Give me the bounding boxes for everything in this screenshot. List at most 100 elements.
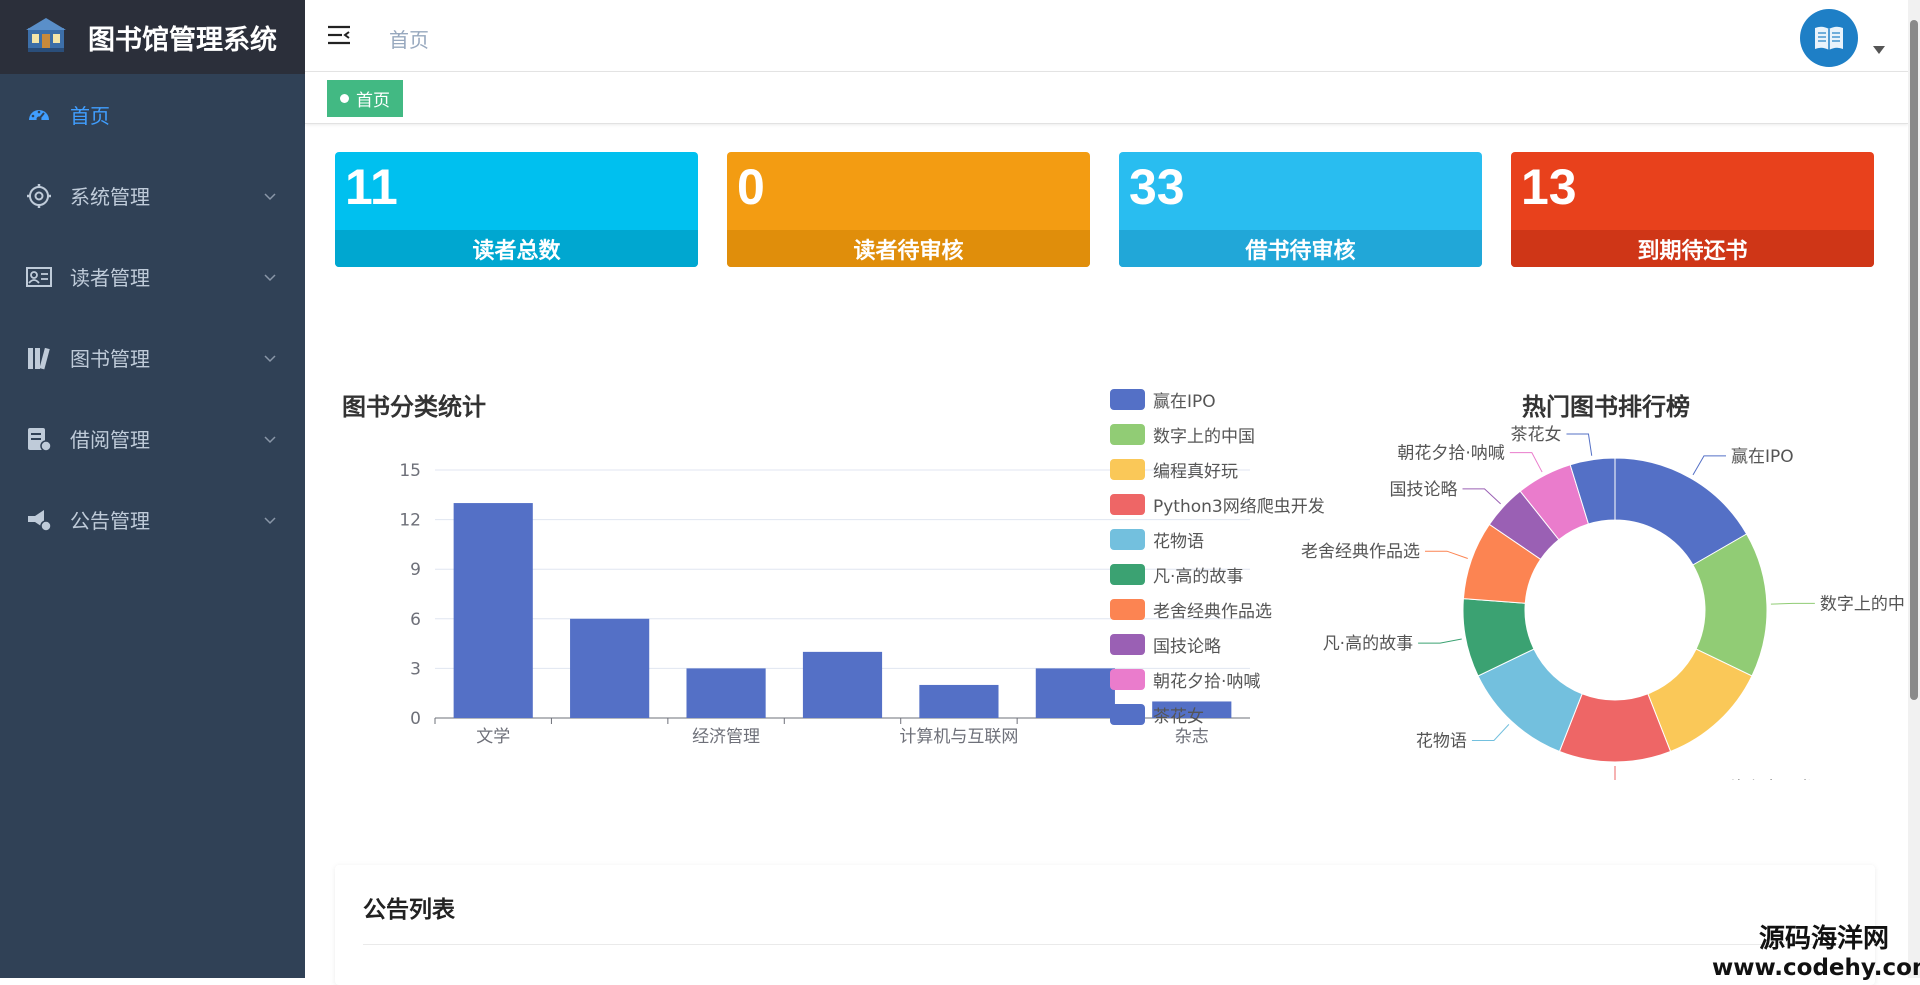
slice-label: 国技论略 (1390, 480, 1458, 500)
stat-label: 读者总数 (335, 230, 698, 267)
legend-item[interactable]: 凡·高的故事 (1110, 562, 1243, 587)
slice-label: 数字上的中 (1820, 594, 1905, 614)
notice-panel: 公告列表 (335, 865, 1875, 985)
bar[interactable] (570, 618, 650, 718)
legend-item[interactable]: 老舍经典作品选 (1110, 597, 1272, 622)
label-line (1471, 724, 1510, 741)
slice-label: 朝花夕拾·呐喊 (1397, 444, 1504, 464)
sidebar-item-readers[interactable]: 读者管理 (0, 236, 305, 317)
sidebar-item-label: 借阅管理 (70, 428, 150, 452)
sidebar-item-home[interactable]: 首页 (0, 74, 305, 155)
megaphone-icon (28, 510, 52, 532)
legend-label: 朝花夕拾·呐喊 (1153, 671, 1261, 692)
legend-swatch (1110, 493, 1145, 515)
watermark-line2: www.codehy.com (1712, 955, 1920, 981)
legend-item[interactable]: 朝花夕拾·呐喊 (1110, 667, 1261, 692)
legend-swatch (1110, 668, 1145, 690)
borrow-icon (28, 428, 52, 452)
legend-label: 数字上的中国 (1153, 426, 1255, 447)
legend-label: 赢在IPO (1153, 391, 1216, 412)
books-icon (28, 347, 50, 370)
bar[interactable] (919, 684, 999, 718)
legend-swatch (1110, 703, 1145, 725)
id-card-icon (26, 267, 52, 287)
legend-item[interactable]: 编程真好玩 (1110, 457, 1238, 482)
sidebar-item-books[interactable]: 图书管理 (0, 317, 305, 398)
bar[interactable] (453, 503, 533, 718)
legend-item[interactable]: 国技论略 (1110, 632, 1221, 657)
tag-home[interactable]: 首页 (327, 80, 403, 117)
legend-item[interactable]: 赢在IPO (1110, 387, 1216, 412)
sidebar-item-borrow[interactable]: 借阅管理 (0, 398, 305, 479)
legend-label: 编程真好玩 (1153, 461, 1238, 482)
label-line (1566, 433, 1593, 456)
divider (363, 944, 1843, 945)
stat-value: 11 (345, 159, 398, 215)
label-line (1692, 455, 1726, 476)
app-title: 图书馆管理系统 (88, 25, 277, 56)
bar-chart-title: 图书分类统计 (342, 393, 486, 421)
caret-down-icon[interactable] (1873, 46, 1885, 54)
y-tick-label: 6 (410, 610, 421, 630)
stat-card-pending-readers[interactable]: 0 读者待审核 (727, 152, 1090, 267)
active-dot-icon (340, 94, 349, 103)
stat-card-total-readers[interactable]: 11 读者总数 (335, 152, 698, 267)
stat-label: 到期待还书 (1511, 230, 1874, 267)
brand-header: 图书馆管理系统 (0, 0, 305, 74)
notice-title: 公告列表 (363, 897, 455, 923)
y-tick-label: 12 (399, 511, 421, 531)
stat-card-pending-borrows[interactable]: 33 借书待审核 (1119, 152, 1482, 267)
x-tick-label: 计算机与互联网 (899, 727, 1018, 747)
y-tick-label: 15 (399, 461, 421, 481)
stat-value: 33 (1129, 159, 1185, 215)
legend-swatch (1110, 528, 1145, 550)
legend-swatch (1110, 388, 1145, 410)
legend-label: 茶花女 (1153, 706, 1204, 727)
gear-icon (27, 184, 51, 208)
label-line (1614, 766, 1616, 780)
sidebar: 图书馆管理系统 首页 系统管理 读者管理 图书管理 借阅管理 公告管理 (0, 0, 305, 978)
legend-swatch (1110, 423, 1145, 445)
legend-item[interactable]: 数字上的中国 (1110, 422, 1255, 447)
chevron-down-icon (264, 517, 276, 525)
watermark-line1: 源码海洋网 (1758, 924, 1889, 954)
label-line (1418, 638, 1462, 644)
bar[interactable] (1035, 668, 1115, 718)
watermark: 源码海洋网 www.codehy.com (1712, 918, 1920, 981)
legend-swatch (1110, 563, 1145, 585)
x-tick-label: 杂志 (1175, 727, 1209, 747)
dashboard-icon (29, 110, 49, 122)
label-line (1462, 488, 1501, 505)
slice-label: 花物语 (1416, 731, 1467, 751)
page-scrollbar[interactable] (1908, 0, 1920, 978)
label-line (1424, 550, 1468, 559)
y-tick-label: 0 (410, 709, 421, 729)
bar[interactable] (686, 668, 766, 718)
legend-label: 老舍经典作品选 (1153, 601, 1272, 622)
sidebar-item-system[interactable]: 系统管理 (0, 155, 305, 236)
y-tick-label: 9 (410, 560, 421, 580)
avatar[interactable] (1800, 9, 1858, 67)
label-line (1770, 602, 1815, 605)
sidebar-item-label: 系统管理 (70, 185, 150, 209)
hamburger-menu-icon[interactable] (327, 24, 351, 46)
tag-label: 首页 (356, 91, 390, 111)
legend-swatch (1110, 458, 1145, 480)
legend-item[interactable]: 茶花女 (1110, 702, 1204, 727)
sidebar-item-label: 公告管理 (70, 509, 150, 533)
breadcrumb[interactable]: 首页 (389, 24, 429, 53)
stat-value: 13 (1521, 159, 1577, 215)
stat-card-due-returns[interactable]: 13 到期待还书 (1511, 152, 1874, 267)
legend-item[interactable]: 花物语 (1110, 527, 1204, 552)
bar[interactable] (802, 651, 883, 718)
library-logo-icon (26, 18, 66, 52)
book-icon (1815, 26, 1843, 50)
stat-value: 0 (737, 159, 765, 215)
x-tick-label: 经济管理 (692, 727, 760, 747)
slice-label: 老舍经典作品选 (1301, 542, 1420, 562)
chevron-down-icon (264, 274, 276, 282)
donut-chart: 赢在IPO 数字上的中 Python3网络爬虫开发 花物语 凡·高的故事 老舍经典作品选 国… (1301, 425, 1905, 780)
sidebar-item-notices[interactable]: 公告管理 (0, 479, 305, 560)
scrollbar-thumb[interactable] (1910, 20, 1918, 700)
label-line (1509, 452, 1543, 473)
